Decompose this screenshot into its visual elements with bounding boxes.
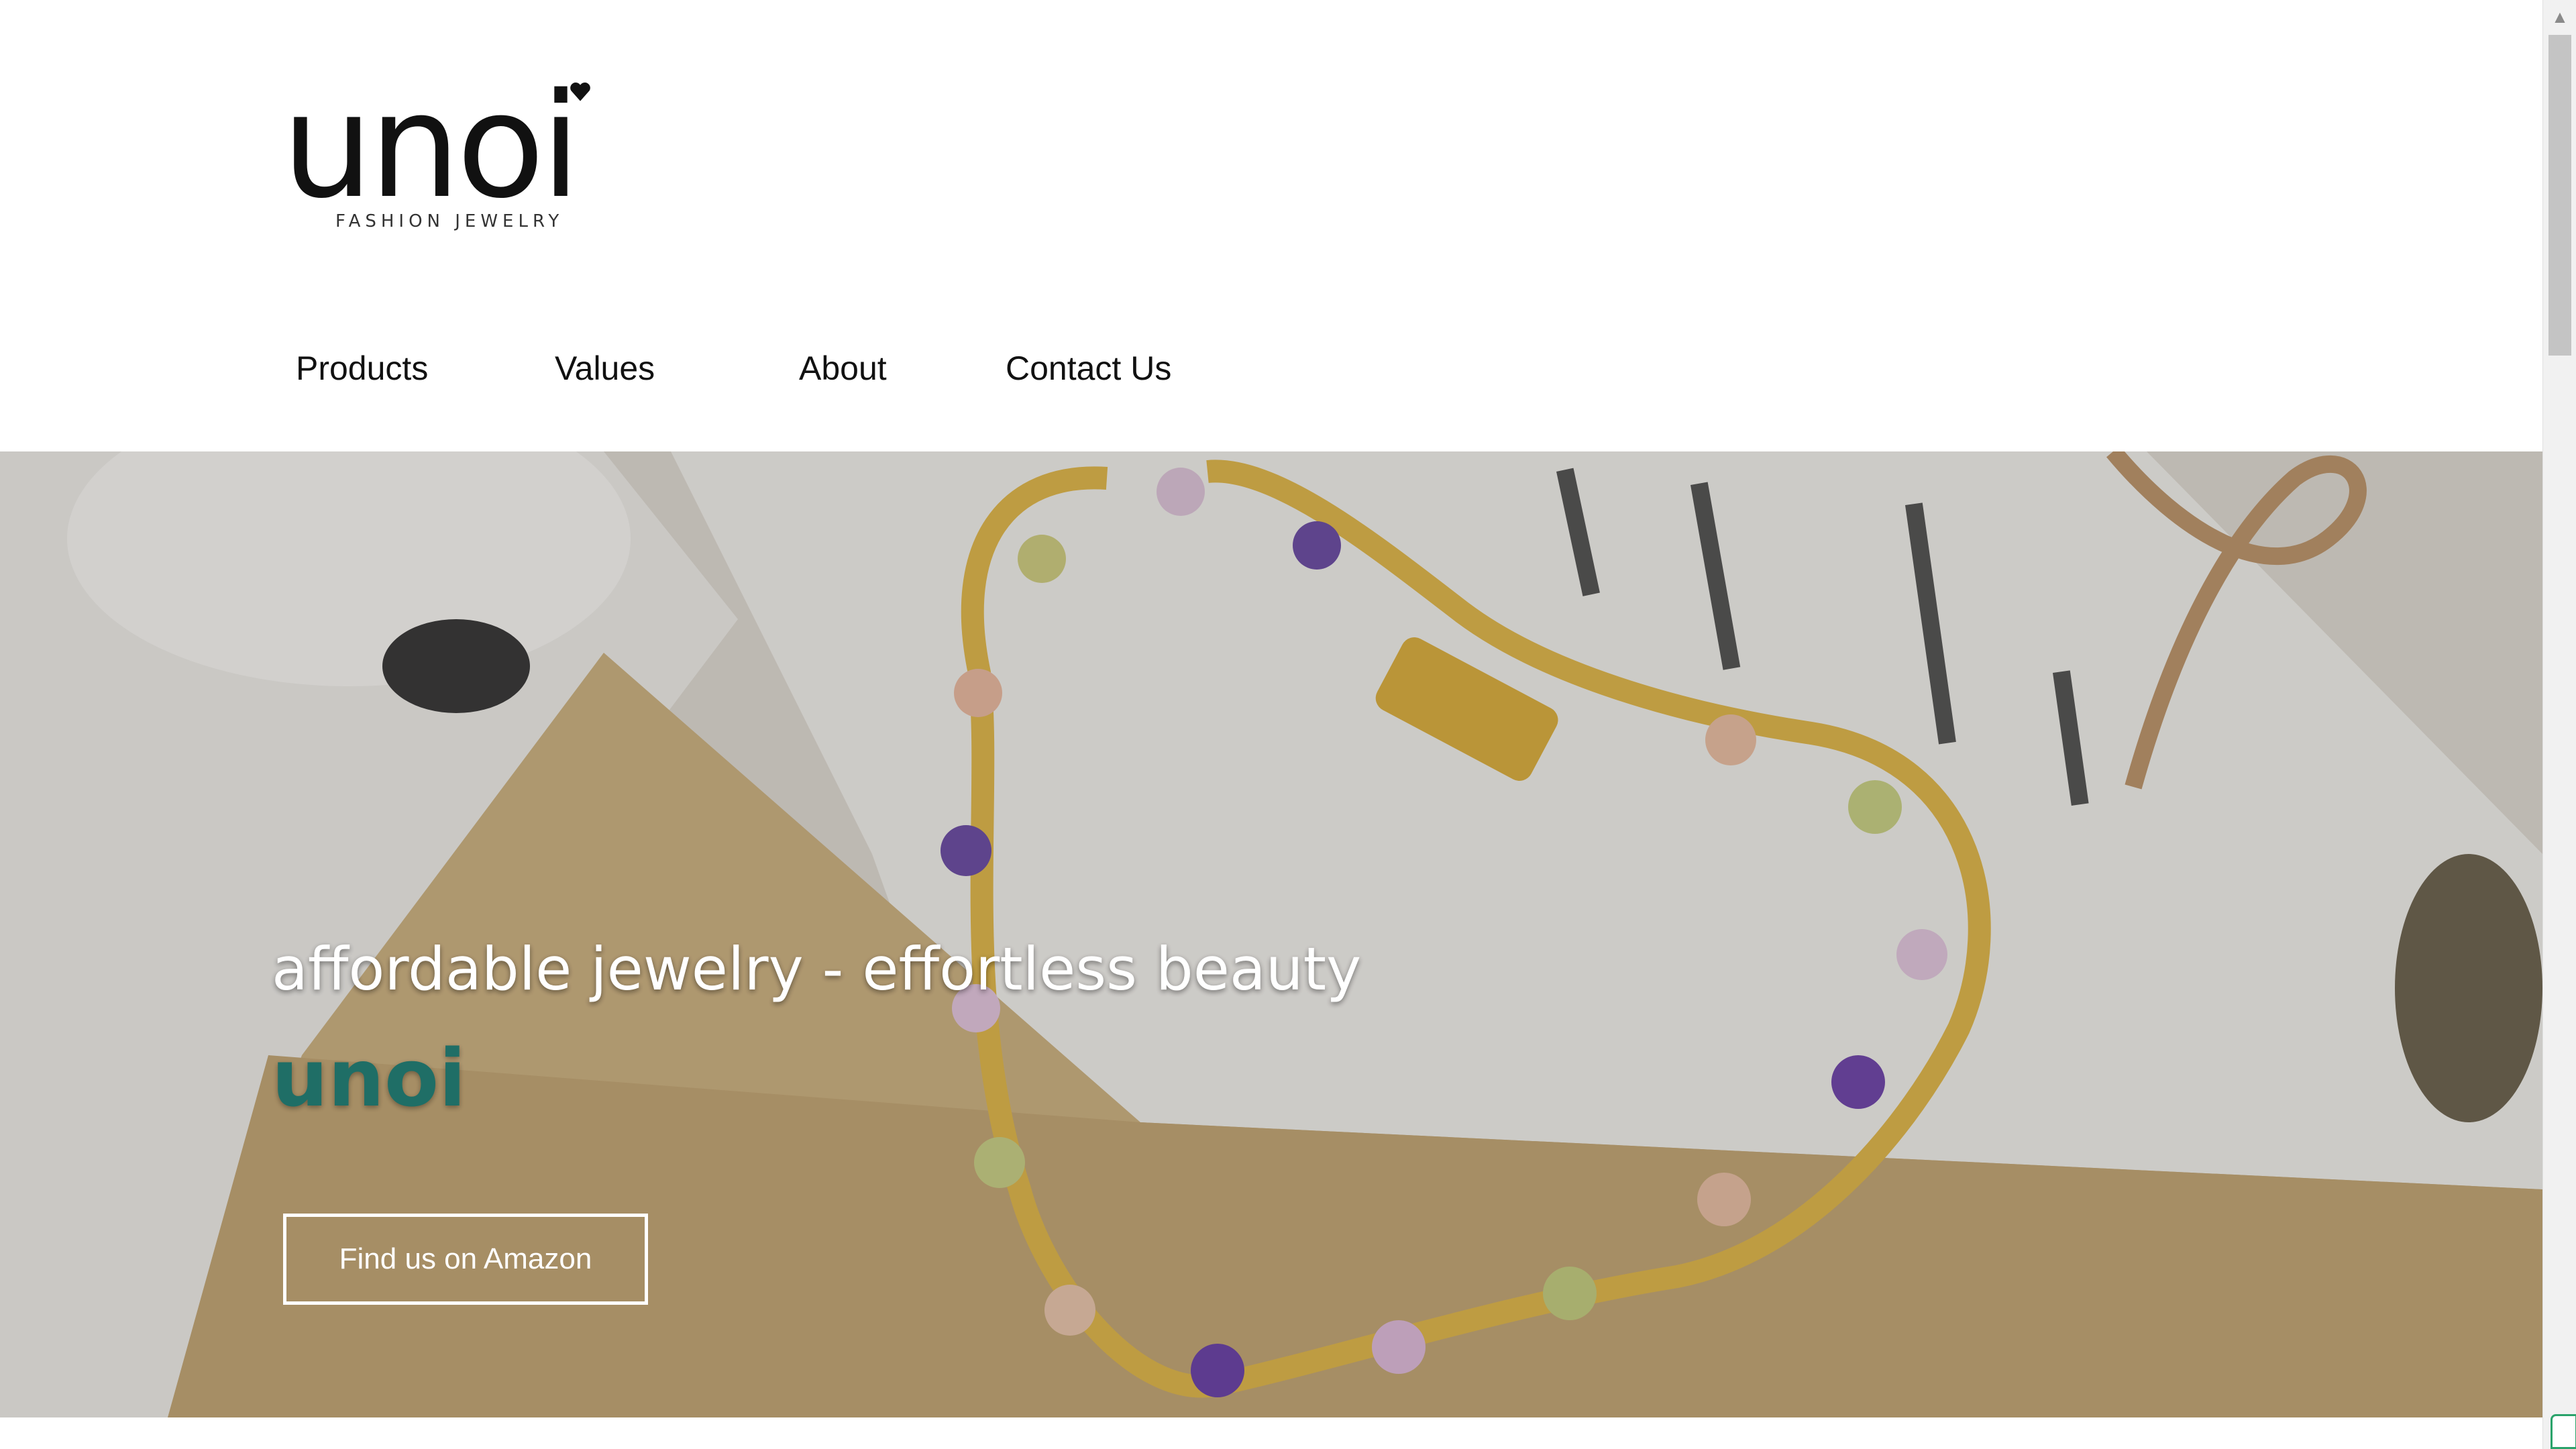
site-logo[interactable]: unoi FASHION JEWELRY (282, 74, 604, 241)
vertical-scrollbar[interactable]: ▲ (2542, 0, 2576, 1449)
hero-banner: affordable jewelry - effortless beauty u… (0, 451, 2542, 1417)
nav-item-contact-us[interactable]: Contact Us (1006, 349, 1171, 388)
find-us-on-amazon-button[interactable]: Find us on Amazon (283, 1214, 648, 1305)
chevron-up-icon[interactable]: ▲ (2543, 0, 2576, 34)
logo-wordmark: unoi (282, 62, 581, 230)
page: unoi FASHION JEWELRY Products Values Abo… (0, 0, 2542, 1449)
hero-tagline: affordable jewelry - effortless beauty (272, 934, 1362, 1004)
nav-item-about[interactable]: About (799, 349, 887, 388)
heart-icon (570, 83, 590, 101)
logo-subtitle: FASHION JEWELRY (335, 211, 564, 231)
scrollbar-thumb[interactable] (2548, 35, 2571, 356)
recaptcha-badge[interactable] (2551, 1414, 2576, 1449)
nav-item-values[interactable]: Values (555, 349, 655, 388)
nav-item-products[interactable]: Products (296, 349, 428, 388)
hero-brand: unoi (272, 1032, 466, 1124)
